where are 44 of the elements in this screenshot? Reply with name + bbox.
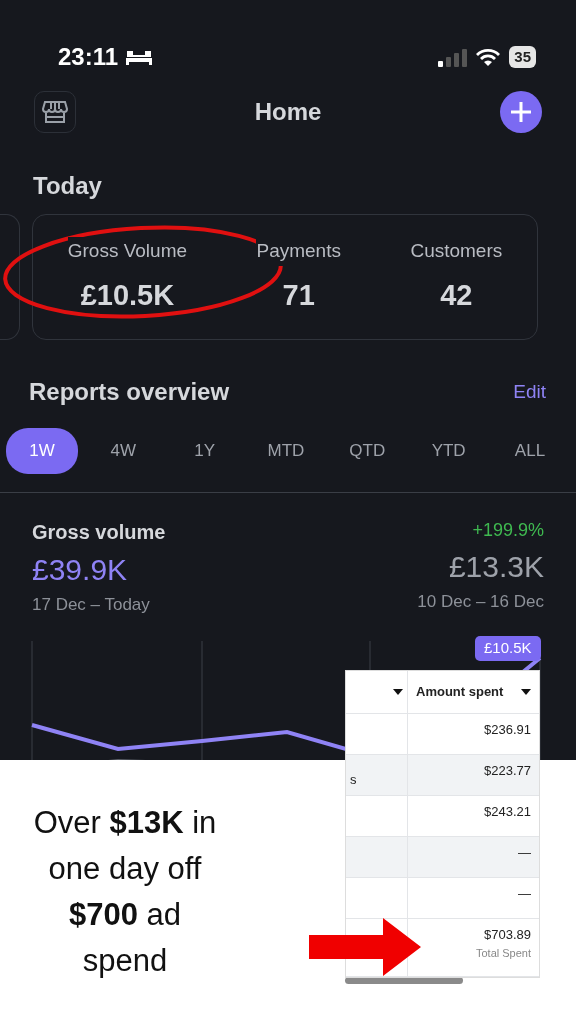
change-percentage: +199.9%: [472, 518, 544, 542]
previous-value: £13.3K: [448, 548, 544, 585]
bed-icon: [126, 48, 153, 66]
total-amount: $703.89: [484, 926, 531, 944]
caret-icon[interactable]: [521, 689, 531, 695]
store-icon: [42, 100, 68, 124]
stat-label: Payments: [256, 237, 341, 266]
amount-cell: $243.21: [484, 804, 531, 819]
amount-cell: $236.91: [484, 722, 531, 737]
period-tab[interactable]: QTD: [331, 428, 404, 474]
date-range: 10 Dec – 16 Dec: [417, 590, 544, 613]
metric-value: £39.9K: [32, 551, 129, 588]
caption-text: Over $13K in one day off $700 ad spend: [32, 804, 218, 980]
page-title: Home: [254, 97, 322, 127]
period-tab[interactable]: ALL: [493, 428, 566, 474]
arrow-icon: [309, 918, 421, 976]
section-title: Today: [33, 172, 102, 199]
period-tab[interactable]: YTD: [412, 428, 485, 474]
stat-value: £10.5K: [80, 277, 175, 313]
metric-title: Gross volume: [32, 519, 166, 545]
battery-indicator: 35: [509, 45, 536, 69]
section-title: Reports overview: [29, 377, 230, 407]
chart-tooltip: £10.5K: [475, 636, 541, 661]
amount-cell: —: [518, 886, 531, 901]
wifi-icon: [475, 47, 502, 67]
column-header: Amount spent: [416, 683, 504, 702]
total-label: Total Spent: [475, 945, 531, 961]
period-tab[interactable]: 1Y: [168, 428, 241, 474]
amount-cell: $223.77: [484, 763, 531, 778]
amount-cell: —: [518, 845, 531, 860]
period-tab[interactable]: 1W: [6, 428, 78, 474]
store-button[interactable]: [34, 91, 76, 133]
period-tab[interactable]: 4W: [87, 428, 160, 474]
table-cell-text: s: [350, 770, 357, 789]
status-time: 23:11: [58, 42, 119, 72]
stat-value: 42: [440, 277, 473, 313]
date-range: 17 Dec – Today: [32, 593, 151, 616]
signal-icon: [437, 47, 468, 67]
stat-value: 71: [282, 277, 315, 313]
caret-icon[interactable]: [393, 689, 403, 695]
period-tab[interactable]: MTD: [250, 428, 322, 474]
plus-icon: [509, 100, 533, 124]
add-button[interactable]: [500, 91, 542, 133]
edit-link[interactable]: Edit: [513, 377, 546, 407]
